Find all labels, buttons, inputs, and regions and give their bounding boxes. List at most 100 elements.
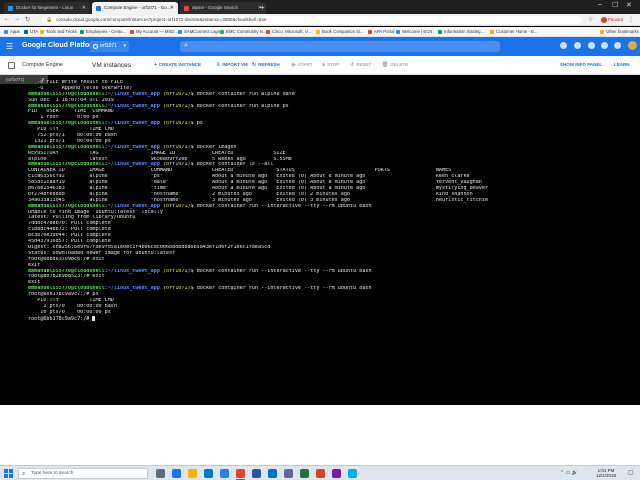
browser-tab[interactable]: Docker for Beginners - Linux ✕ [4, 2, 90, 14]
back-arrow-icon[interactable]: ← [4, 16, 10, 22]
bookmark-item[interactable]: Apps [4, 28, 20, 36]
help-icon[interactable] [588, 42, 595, 49]
refresh-button[interactable]: ↻ REFRESH [252, 62, 280, 68]
new-tab-button[interactable]: + [260, 2, 265, 13]
system-tray-icons[interactable]: ⌃ ▭ 🔊 [560, 470, 578, 476]
toolbar-action-icon: ▶ [292, 62, 296, 68]
chrome-icon[interactable] [236, 469, 245, 480]
prompt-project: (orf1071) [162, 121, 191, 127]
learn-button[interactable]: LEARN [614, 62, 630, 67]
prompt-command: docker container run --interactive --tty… [196, 268, 372, 274]
prompt-path: ~/linux_tweet_app [107, 121, 160, 127]
terminal-current-line: root@6bb178c9a9c7:/# [28, 315, 628, 322]
page-bottom-area [0, 405, 640, 465]
project-icon [93, 44, 98, 49]
taskbar-search-input[interactable]: ⌕ Type here to search [18, 468, 148, 479]
bookmark-label: Welcome | ECN [402, 29, 433, 34]
user-avatar[interactable] [628, 41, 637, 50]
clock-date: 12/1/2019 [596, 473, 617, 478]
skype-icon[interactable] [348, 469, 357, 478]
browser-menu-icon[interactable]: ⋮ [628, 16, 634, 23]
create-instance-button[interactable]: + CREATE INSTANCE [154, 62, 201, 68]
bookmark-label: Cisco, Microsoft, V... [272, 29, 312, 34]
outlook-icon[interactable] [268, 469, 277, 478]
browser-tab[interactable]: Compute Engine - orf1071 - Go... ✕ [92, 2, 178, 14]
more-vert-icon[interactable] [614, 42, 621, 49]
powerpoint-icon[interactable] [316, 469, 325, 478]
bookmark-item[interactable]: Welcome | ECN [396, 28, 432, 36]
toolbar-action-icon: ⇩ [216, 62, 221, 68]
onenote-icon[interactable] [332, 469, 341, 478]
tab-close-icon[interactable]: ✕ [170, 2, 174, 14]
reload-icon[interactable]: ↻ [25, 16, 30, 23]
address-bar-row: ← → ↻ 🔒 console.cloud.google.com/compute… [0, 14, 640, 26]
bookmark-icon [4, 30, 8, 34]
tab-favicon-icon [96, 6, 101, 11]
taskbar-search-placeholder: Type here to search [31, 471, 74, 476]
close-window-button[interactable]: ✕ [626, 1, 632, 9]
bookmark-label: Customer Home - E... [496, 29, 538, 34]
gcp-search-input[interactable]: ⌕ [180, 41, 500, 52]
url-input[interactable]: 🔒 console.cloud.google.com/compute/insta… [42, 16, 582, 24]
excel-icon[interactable] [300, 469, 309, 478]
bookmark-label: Apps [10, 29, 20, 34]
task-view-icon[interactable] [156, 469, 165, 478]
start-button[interactable]: ▶ START [292, 62, 313, 68]
browser-tab[interactable]: alpine - Google Search ✕ [180, 2, 266, 14]
windows-taskbar: ⌕ Type here to search ⌃ ▭ 🔊 1:01 PM 12/1… [0, 465, 640, 480]
mail-icon[interactable] [220, 469, 229, 478]
bookmark-label: EMC Community N... [226, 29, 267, 34]
bookmark-item[interactable]: Book Companion Si... [316, 28, 364, 36]
bookmark-item[interactable]: EMC Community N... [220, 28, 266, 36]
bookmark-item[interactable]: UTA [24, 28, 38, 36]
bookmark-item[interactable]: Other bookmarks [600, 28, 639, 36]
cloud-shell-icon[interactable] [574, 42, 581, 49]
bookmark-icon [24, 30, 28, 34]
prompt-path: ~/linux_tweet_app [107, 144, 160, 150]
project-name: orf1071 [100, 43, 117, 49]
file-explorer-icon[interactable] [188, 469, 197, 478]
edge-icon[interactable] [172, 469, 181, 478]
prompt-command: ps [196, 121, 203, 127]
tab-close-icon[interactable]: ✕ [82, 2, 86, 14]
notifications-icon[interactable] [601, 42, 608, 49]
bookmark-item[interactable]: Information Strateg... [438, 28, 484, 36]
windows-start-icon[interactable] [4, 469, 13, 478]
hamburger-menu-icon[interactable]: ☰ [6, 42, 13, 51]
store-icon[interactable] [204, 469, 213, 478]
bookmark-icon [40, 30, 44, 34]
bookmark-item[interactable]: Employees - Centu... [80, 28, 126, 36]
stop-button[interactable]: ■ STOP [322, 62, 339, 68]
taskbar-clock[interactable]: 1:01 PM 12/1/2019 [596, 468, 616, 478]
star-icon[interactable]: ☆ [588, 16, 593, 23]
prompt-command: docker container ls --all [196, 162, 274, 168]
toolbar-button-label: RESET [356, 62, 372, 67]
reset-button[interactable]: ↺ RESET [350, 62, 371, 68]
notification-center-icon[interactable]: ▢ [628, 469, 634, 476]
show-info-panel-button[interactable]: SHOW INFO PANEL [560, 62, 602, 67]
bookmark-label: Tools and Tricks [46, 29, 77, 34]
bookmark-item[interactable]: Tools and Tricks [40, 28, 77, 36]
word-icon[interactable] [252, 469, 261, 478]
bookmark-item[interactable]: SAMConnect Login [178, 28, 221, 36]
bookmark-item[interactable]: Customer Home - E... [490, 28, 538, 36]
tab-favicon-icon [8, 6, 13, 11]
toolbar-action-icon: 🗑 [382, 62, 389, 68]
profile-button[interactable]: Paused [600, 16, 623, 24]
bookmark-item[interactable]: APA Portal [368, 28, 394, 36]
bookmark-item[interactable]: My Account — MSD... [130, 28, 178, 36]
forward-arrow-icon[interactable]: → [14, 16, 20, 22]
bookmark-item[interactable]: Cisco, Microsoft, V... [266, 28, 311, 36]
minimize-button[interactable]: – [598, 1, 602, 8]
teams-icon[interactable] [284, 469, 293, 478]
toolbar-action-icon: + [154, 62, 157, 68]
project-selector[interactable]: orf1071 ▾ [90, 41, 129, 52]
import-vm-button[interactable]: ⇩ IMPORT VM [216, 62, 248, 68]
gcp-title[interactable]: Google Cloud Platform [22, 42, 98, 49]
gift-icon[interactable] [560, 42, 567, 49]
bookmark-icon [80, 30, 84, 34]
prompt-user: emmanuel555770@cloudshell [28, 121, 105, 127]
delete-button[interactable]: 🗑 DELETE [382, 62, 408, 68]
maximize-button[interactable]: ☐ [612, 1, 618, 9]
bookmark-icon [130, 30, 134, 34]
